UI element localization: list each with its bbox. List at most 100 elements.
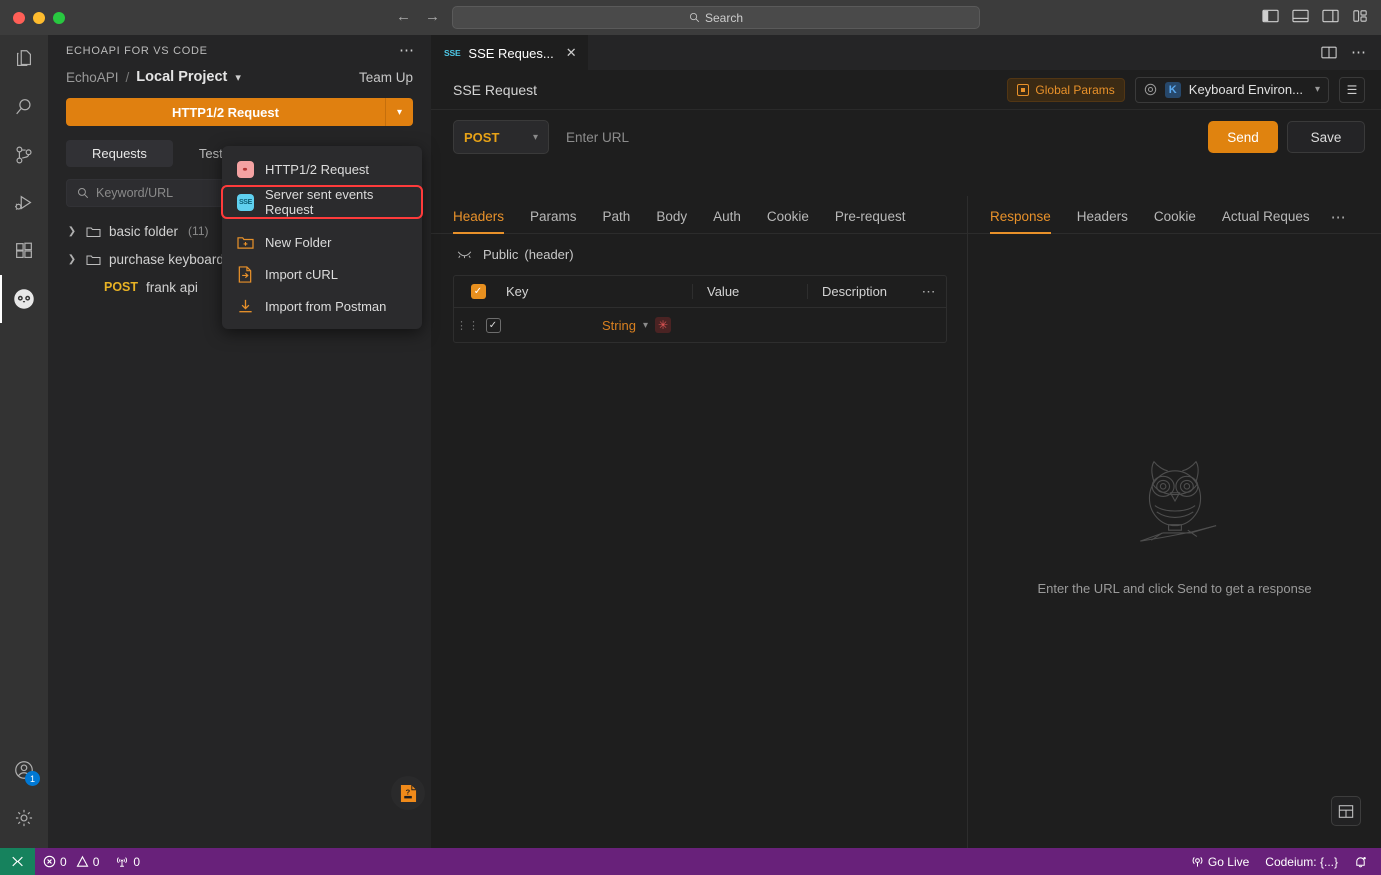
tab-auth[interactable]: Auth <box>700 209 754 233</box>
toggle-panel-icon[interactable] <box>1292 8 1309 24</box>
help-document-icon: ? <box>400 784 416 802</box>
layout-panel-toggle-button[interactable] <box>1331 796 1361 826</box>
new-request-dropdown-toggle[interactable]: ▾ <box>385 98 413 126</box>
required-marker-icon[interactable]: ✳ <box>655 317 671 333</box>
row-key-cell[interactable]: String ▾ ✳ <box>504 317 692 333</box>
sidebar-more-icon[interactable]: ⋯ <box>399 43 415 58</box>
tab-cookie[interactable]: Cookie <box>754 209 822 233</box>
notifications-button[interactable] <box>1346 855 1381 869</box>
chevron-down-icon: ▾ <box>532 131 538 143</box>
sidebar-item-echoapi[interactable] <box>0 275 48 323</box>
menu-item-import-curl[interactable]: Import cURL <box>222 258 422 290</box>
global-params-button[interactable]: Global Params <box>1007 77 1125 102</box>
headers-table-more-icon[interactable]: ⋯ <box>912 284 946 298</box>
codeium-status[interactable]: Codeium: {...} <box>1257 855 1346 869</box>
save-button[interactable]: Save <box>1287 121 1365 153</box>
minimize-window-button[interactable] <box>33 11 45 24</box>
maximize-window-button[interactable] <box>53 11 65 24</box>
folder-icon <box>86 253 101 266</box>
toggle-primary-sidebar-icon[interactable] <box>1262 8 1279 24</box>
menu-item-sse-request[interactable]: SSE Server sent events Request <box>221 185 423 219</box>
close-icon[interactable]: ✕ <box>566 45 577 61</box>
accounts-badge: 1 <box>25 771 40 786</box>
status-bar-right: Go Live Codeium: {...} <box>1183 855 1381 869</box>
go-live-label: Go Live <box>1207 854 1250 869</box>
customize-layout-icon[interactable] <box>1352 8 1369 24</box>
breadcrumb-path[interactable]: EchoAPI / Local Project ▾ <box>66 69 241 85</box>
toggle-secondary-sidebar-icon[interactable] <box>1322 8 1339 24</box>
value-type-select[interactable]: String <box>602 318 636 333</box>
manage-settings-button[interactable] <box>0 794 48 842</box>
chevron-right-icon[interactable]: ❯ <box>66 226 78 237</box>
drag-handle-icon[interactable]: ⋮⋮ <box>454 319 482 332</box>
request-tabs: Headers Params Path Body Auth Cookie Pre… <box>431 196 967 234</box>
tab-requests[interactable]: Requests <box>66 140 173 167</box>
team-up-button[interactable]: Team Up <box>359 70 413 85</box>
chevron-down-icon[interactable]: ▾ <box>1315 84 1320 95</box>
chevron-down-icon[interactable]: ▾ <box>643 320 648 331</box>
window-controls[interactable] <box>0 11 65 24</box>
sidebar-item-source-control[interactable] <box>0 131 48 179</box>
table-row[interactable]: ⋮⋮ ✓ String ▾ ✳ <box>454 308 946 342</box>
run-and-debug-icon <box>15 195 32 211</box>
tab-pre-request[interactable]: Pre-request <box>822 209 919 233</box>
tab-body[interactable]: Body <box>643 209 700 233</box>
sidebar-item-run-debug[interactable] <box>0 179 48 227</box>
layout-toggles[interactable] <box>1262 8 1369 24</box>
response-empty-state: Enter the URL and click Send to get a re… <box>968 196 1381 848</box>
editor-tab-sse-request[interactable]: SSE SSE Reques... ✕ <box>431 35 588 70</box>
sidebar-item-extensions[interactable] <box>0 227 48 275</box>
global-params-icon <box>1017 83 1030 96</box>
menu-item-label: New Folder <box>265 234 332 250</box>
url-input[interactable]: Enter URL <box>549 120 1208 154</box>
checkbox-checked-icon: ✓ <box>470 284 486 299</box>
source-control-icon <box>16 146 32 164</box>
new-request-button-group[interactable]: HTTP1/2 Request ▾ <box>66 98 413 126</box>
ports-button[interactable]: 0 <box>107 855 148 869</box>
breadcrumb-current[interactable]: Local Project <box>136 69 227 85</box>
chevron-down-icon[interactable]: ▾ <box>235 71 241 84</box>
back-arrow-icon[interactable]: ← <box>396 9 411 25</box>
warning-count: 0 <box>92 854 100 869</box>
sidebar-item-search[interactable] <box>0 83 48 131</box>
environment-label: Keyboard Environ... <box>1188 82 1303 97</box>
remote-window-button[interactable] <box>0 848 35 875</box>
menu-item-new-folder[interactable]: New Folder <box>222 226 422 258</box>
eye-closed-icon[interactable] <box>457 250 472 259</box>
environment-selector[interactable]: K Keyboard Environ... ▾ <box>1134 76 1329 103</box>
send-button[interactable]: Send <box>1208 121 1278 153</box>
sse-request-icon: SSE <box>237 193 254 211</box>
folder-icon <box>86 225 101 238</box>
sidebar-header: ECHOAPI FOR VS CODE ⋯ <box>48 35 431 61</box>
breadcrumb-root[interactable]: EchoAPI <box>66 70 119 85</box>
public-header-row: Public (header) <box>431 234 967 275</box>
tab-headers[interactable]: Headers <box>453 209 517 234</box>
chevron-right-icon[interactable]: ❯ <box>66 254 78 265</box>
request-title[interactable]: SSE Request <box>453 82 537 98</box>
row-checkbox[interactable]: ✓ <box>482 317 504 333</box>
help-document-button[interactable]: ? <box>391 776 425 810</box>
sidebar-item-explorer[interactable] <box>0 35 48 83</box>
split-editor-icon[interactable] <box>1321 45 1337 60</box>
forward-arrow-icon[interactable]: → <box>425 9 440 25</box>
problems-button[interactable]: 0 0 <box>35 855 107 869</box>
command-search-bar[interactable]: Search <box>452 6 980 29</box>
go-live-button[interactable]: Go Live <box>1183 855 1257 869</box>
tab-path[interactable]: Path <box>590 209 644 233</box>
navigation-arrows[interactable]: ← → <box>396 9 440 25</box>
editor-more-icon[interactable]: ⋯ <box>1351 45 1367 60</box>
request-response-panes: Headers Params Path Body Auth Cookie Pre… <box>431 196 1381 848</box>
menu-item-label: Server sent events Request <box>265 187 374 217</box>
menu-item-label: Import cURL <box>265 266 338 282</box>
ports-count: 0 <box>133 854 141 869</box>
accounts-button[interactable]: 1 <box>0 746 48 794</box>
new-http-request-button[interactable]: HTTP1/2 Request <box>66 98 385 126</box>
select-all-checkbox[interactable]: ✓ <box>454 284 502 299</box>
sse-request-icon: SSE <box>444 48 461 58</box>
http-method-select[interactable]: POST ▾ <box>453 120 549 154</box>
tab-params[interactable]: Params <box>517 209 590 233</box>
environment-menu-button[interactable]: ☰ <box>1339 76 1365 103</box>
close-window-button[interactable] <box>13 11 25 24</box>
menu-item-import-postman[interactable]: Import from Postman <box>222 290 422 322</box>
menu-item-http-request[interactable]: ⚭ HTTP1/2 Request <box>222 153 422 185</box>
